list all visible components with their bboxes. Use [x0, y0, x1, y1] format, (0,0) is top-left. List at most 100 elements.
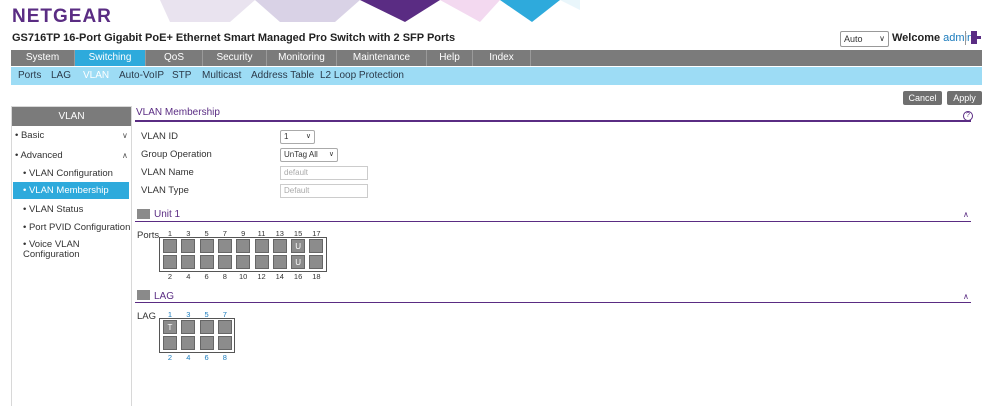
- tab-help[interactable]: Help: [427, 50, 473, 66]
- vlan-type-field: Default: [280, 184, 368, 198]
- unit-port-9[interactable]: [236, 239, 251, 253]
- unit-port-13[interactable]: [272, 239, 287, 253]
- subtab-stp[interactable]: STP: [172, 67, 191, 85]
- tab-index[interactable]: Index: [473, 50, 531, 66]
- unit-port-15[interactable]: U: [291, 239, 306, 253]
- lag-port-number: 4: [186, 353, 191, 362]
- cancel-button[interactable]: Cancel: [903, 91, 942, 105]
- subtab-l2-loop-protection[interactable]: L2 Loop Protection: [320, 67, 404, 85]
- unit-port-7[interactable]: [217, 239, 232, 253]
- lag-section-divider: [135, 302, 971, 303]
- sidebar-item-vlan-membership[interactable]: • VLAN Membership: [13, 182, 129, 199]
- product-title: GS716TP 16-Port Gigabit PoE+ Ethernet Sm…: [12, 32, 456, 44]
- vlan-type-label: VLAN Type: [141, 185, 189, 196]
- subtab-auto-voip[interactable]: Auto-VoIP: [119, 67, 164, 85]
- group-operation-value: UnTag All: [284, 150, 318, 159]
- unit-port-number: 6: [204, 272, 209, 281]
- sidebar-title: VLAN: [12, 107, 131, 126]
- subtab-address-table[interactable]: Address Table: [251, 67, 314, 85]
- subtab-lag[interactable]: LAG: [51, 67, 71, 85]
- sidebar-item-port-pvid-configuration[interactable]: • Port PVID Configuration: [23, 222, 130, 233]
- lag-port-7[interactable]: [217, 320, 232, 334]
- vlan-name-label: VLAN Name: [141, 167, 194, 178]
- unit-port-6[interactable]: [199, 255, 214, 269]
- ports-row-label: Ports: [137, 230, 160, 241]
- chevron-down-icon[interactable]: ∨: [122, 131, 128, 140]
- lag-port-3[interactable]: [181, 320, 196, 334]
- unit-port-14[interactable]: [272, 255, 287, 269]
- refresh-select[interactable]: Auto ∨: [840, 31, 889, 47]
- apply-button[interactable]: Apply: [947, 91, 982, 105]
- tab-security[interactable]: Security: [203, 50, 267, 66]
- sidebar-item-vlan-status[interactable]: • VLAN Status: [23, 204, 83, 215]
- unit-port-number: 12: [257, 272, 266, 281]
- tab-monitoring[interactable]: Monitoring: [267, 50, 337, 66]
- unit-port-16[interactable]: U: [291, 255, 306, 269]
- sidebar-item-label: VLAN Status: [28, 204, 84, 215]
- unit-port-number: 4: [186, 272, 191, 281]
- sidebar: VLAN • Basic ∨ • Advanced ∧ • VLAN Confi…: [11, 106, 132, 406]
- switch-unit-icon: [137, 209, 150, 219]
- subtab-multicast[interactable]: Multicast: [202, 67, 241, 85]
- unit-port-number: 10: [239, 272, 248, 281]
- unit-section-divider: [135, 221, 971, 222]
- unit-port-12[interactable]: [254, 255, 269, 269]
- group-operation-select[interactable]: UnTag All ∨: [280, 148, 338, 162]
- panel-divider: [135, 120, 971, 122]
- unit-port-17[interactable]: [309, 239, 324, 253]
- lag-port-number: 8: [222, 353, 227, 362]
- unit-port-number: 18: [312, 272, 321, 281]
- sidebar-item-vlan-configuration[interactable]: • VLAN Configuration: [23, 168, 113, 179]
- help-icon[interactable]: ?: [963, 111, 973, 121]
- sidebar-item-voice-vlan-configuration[interactable]: • Voice VLAN Configuration: [23, 240, 118, 260]
- welcome-text: Welcome admin: [892, 32, 973, 44]
- chevron-up-icon[interactable]: ∧: [122, 151, 128, 160]
- lag-section-title: LAG: [154, 291, 175, 302]
- chevron-down-icon: ∨: [879, 34, 885, 43]
- tab-maintenance[interactable]: Maintenance: [337, 50, 427, 66]
- panel-title: VLAN Membership: [136, 107, 220, 118]
- user-name: admin: [943, 32, 974, 44]
- tab-system[interactable]: System: [11, 50, 75, 66]
- unit-port-1[interactable]: [163, 239, 177, 253]
- main-navigation: System Switching QoS Security Monitoring…: [11, 50, 982, 66]
- unit-port-number: 8: [222, 272, 227, 281]
- sidebar-basic[interactable]: • Basic: [15, 130, 44, 141]
- group-operation-label: Group Operation: [141, 149, 212, 160]
- chevron-up-icon[interactable]: ∧: [963, 292, 969, 301]
- unit-port-3[interactable]: [181, 239, 196, 253]
- unit-port-number: 16: [293, 272, 303, 281]
- subtab-vlan[interactable]: VLAN: [83, 67, 109, 85]
- sidebar-basic-label: Basic: [20, 130, 45, 141]
- sidebar-advanced-label: Advanced: [20, 150, 63, 161]
- lag-port-4[interactable]: [181, 336, 196, 350]
- unit-port-10[interactable]: [236, 255, 251, 269]
- unit-port-2[interactable]: [163, 255, 177, 269]
- sidebar-item-label: Voice VLAN Configuration: [23, 239, 80, 260]
- unit-port-4[interactable]: [181, 255, 196, 269]
- unit-port-8[interactable]: [217, 255, 232, 269]
- lag-port-5[interactable]: [199, 320, 214, 334]
- unit-port-5[interactable]: [199, 239, 214, 253]
- sidebar-item-label: VLAN Configuration: [28, 168, 113, 179]
- vlan-id-value: 1: [284, 132, 289, 141]
- tab-switching[interactable]: Switching: [75, 50, 146, 66]
- chevron-down-icon: ∨: [328, 151, 334, 158]
- lag-port-1[interactable]: T: [163, 320, 177, 334]
- sidebar-item-label: Port PVID Configuration: [28, 222, 131, 233]
- sidebar-advanced[interactable]: • Advanced: [15, 150, 63, 161]
- header-divider: [965, 31, 966, 45]
- subtab-ports[interactable]: Ports: [18, 67, 41, 85]
- header-banner-graphic: [160, 0, 580, 22]
- unit-port-18[interactable]: [309, 255, 324, 269]
- tab-qos[interactable]: QoS: [146, 50, 203, 66]
- lag-port-number: 2: [167, 353, 173, 362]
- logout-icon[interactable]: [971, 31, 981, 44]
- lag-port-8[interactable]: [217, 336, 232, 350]
- chevron-up-icon[interactable]: ∧: [963, 210, 969, 219]
- lag-port-2[interactable]: [163, 336, 177, 350]
- vlan-name-field[interactable]: default: [280, 166, 368, 180]
- lag-port-6[interactable]: [199, 336, 214, 350]
- vlan-id-select[interactable]: 1 ∨: [280, 130, 315, 144]
- unit-port-11[interactable]: [254, 239, 269, 253]
